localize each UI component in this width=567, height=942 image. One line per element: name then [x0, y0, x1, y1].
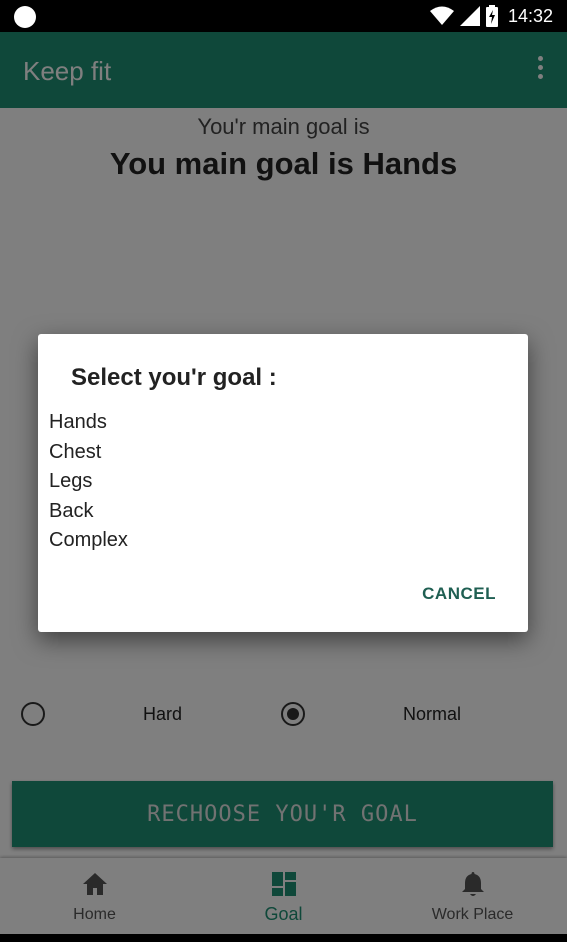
notification-dot-icon: [14, 6, 36, 28]
goal-option-back[interactable]: Back: [49, 497, 128, 527]
goal-options-list: Hands Chest Legs Back Complex: [49, 408, 128, 556]
signal-icon: [459, 6, 480, 26]
wifi-icon: [429, 6, 454, 25]
goal-option-legs[interactable]: Legs: [49, 467, 128, 497]
battery-icon: [485, 5, 498, 27]
select-goal-dialog: Select you'r goal : Hands Chest Legs Bac…: [38, 334, 528, 632]
goal-option-chest[interactable]: Chest: [49, 438, 128, 468]
goal-option-hands[interactable]: Hands: [49, 408, 128, 438]
dialog-title: Select you'r goal :: [71, 364, 277, 391]
status-icons: 14:32: [429, 4, 553, 28]
status-time: 14:32: [507, 5, 553, 26]
status-bar: 14:32: [0, 0, 567, 32]
cancel-button[interactable]: CANCEL: [412, 578, 506, 610]
system-navigation-strip: [0, 934, 567, 942]
goal-option-complex[interactable]: Complex: [49, 526, 128, 556]
